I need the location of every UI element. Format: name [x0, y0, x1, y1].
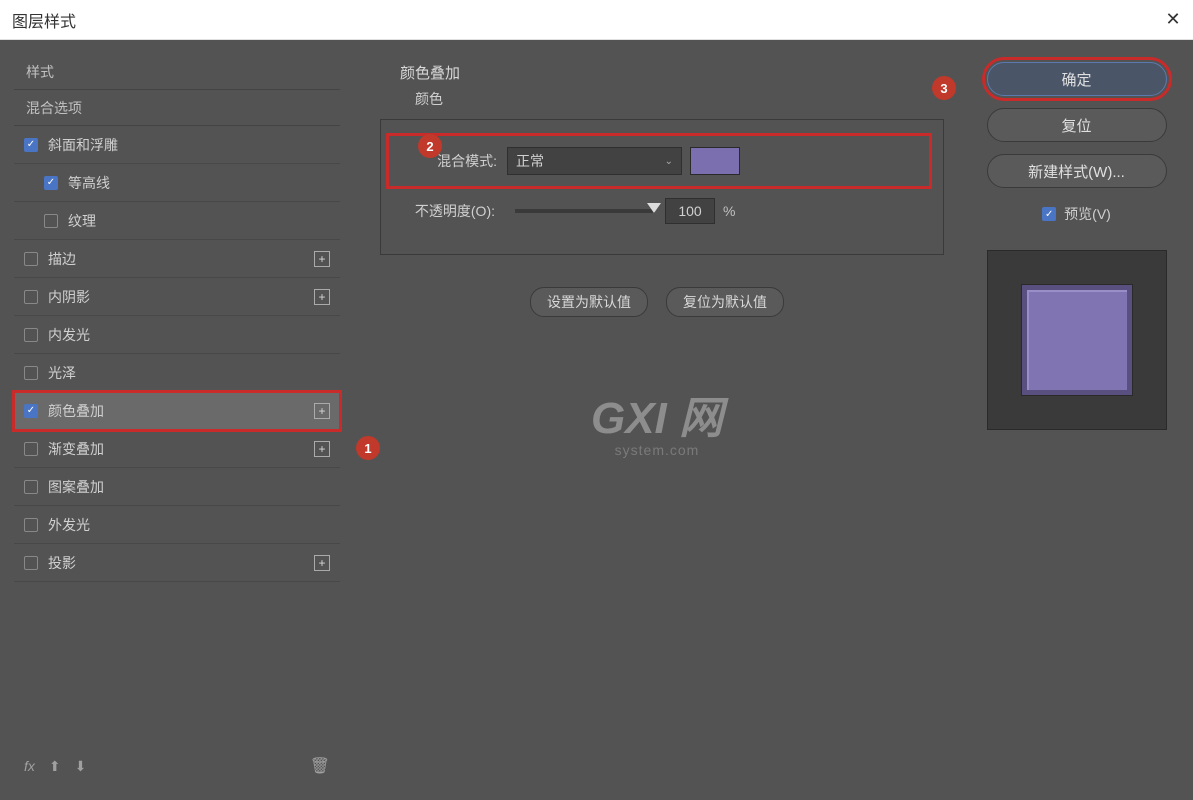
styles-list: 样式 混合选项 ✓ 斜面和浮雕 ✓ 等高线 纹理 描边 +	[14, 54, 340, 746]
section-subtitle: 颜色	[415, 89, 944, 109]
style-label: 图案叠加	[48, 477, 104, 497]
watermark-big: GXI 网	[591, 382, 723, 446]
annotation-marker-1: 1	[356, 436, 380, 460]
style-label: 等高线	[68, 173, 110, 193]
style-satin[interactable]: 光泽	[14, 354, 340, 392]
close-icon: ✕	[1165, 9, 1180, 30]
add-icon[interactable]: +	[314, 289, 330, 305]
blend-mode-label: 混合模式:	[397, 151, 497, 171]
checkbox-satin[interactable]	[24, 366, 38, 380]
style-gradient-overlay[interactable]: 渐变叠加 +	[14, 430, 340, 468]
annotation-marker-3: 3	[932, 76, 956, 100]
style-label: 渐变叠加	[48, 439, 104, 459]
style-label: 颜色叠加	[48, 401, 104, 421]
style-bevel-emboss[interactable]: ✓ 斜面和浮雕	[14, 126, 340, 164]
checkbox-inner-shadow[interactable]	[24, 290, 38, 304]
blend-options-label: 混合选项	[26, 98, 82, 118]
preview-label: 预览(V)	[1064, 204, 1111, 224]
blend-mode-row: 混合模式: 正常 ⌄	[389, 136, 929, 186]
style-label: 内发光	[48, 325, 90, 345]
style-outer-glow[interactable]: 外发光	[14, 506, 340, 544]
add-icon[interactable]: +	[314, 403, 330, 419]
checkbox-contour[interactable]: ✓	[44, 176, 58, 190]
sidebar-footer: fx ⬆ ⬇ 🗑	[14, 746, 340, 786]
chevron-down-icon: ⌄	[665, 156, 673, 167]
style-label: 描边	[48, 249, 76, 269]
ok-button[interactable]: 确定	[987, 62, 1167, 96]
down-arrow-icon[interactable]: ⬇	[75, 758, 87, 775]
style-color-overlay[interactable]: ✓ 颜色叠加 +	[14, 392, 340, 430]
set-default-button[interactable]: 设置为默认值	[530, 287, 648, 317]
default-buttons: 设置为默认值 复位为默认值	[370, 287, 944, 317]
blend-mode-value: 正常	[516, 151, 544, 171]
opacity-unit: %	[723, 203, 735, 219]
checkbox-texture[interactable]	[44, 214, 58, 228]
opacity-row: 不透明度(O): 100 %	[395, 194, 929, 228]
trash-icon[interactable]: 🗑	[310, 756, 330, 776]
new-style-button[interactable]: 新建样式(W)...	[987, 154, 1167, 188]
window-title: 图层样式	[12, 8, 76, 32]
style-drop-shadow[interactable]: 投影 +	[14, 544, 340, 582]
checkbox-inner-glow[interactable]	[24, 328, 38, 342]
close-button[interactable]: ✕	[1153, 0, 1193, 40]
add-icon[interactable]: +	[314, 251, 330, 267]
add-icon[interactable]: +	[314, 441, 330, 457]
style-label: 外发光	[48, 515, 90, 535]
preview-toggle[interactable]: ✓ 预览(V)	[1042, 204, 1111, 224]
style-label: 内阴影	[48, 287, 90, 307]
style-pattern-overlay[interactable]: 图案叠加	[14, 468, 340, 506]
preview-swatch	[1022, 285, 1132, 395]
options-panel: 颜色叠加 颜色 混合模式: 正常 ⌄ 不透明度(O): 100 %	[350, 54, 964, 786]
opacity-value[interactable]: 100	[665, 198, 715, 224]
action-panel: 确定 复位 新建样式(W)... ✓ 预览(V)	[974, 54, 1179, 786]
checkbox-gradient-overlay[interactable]	[24, 442, 38, 456]
checkbox-preview[interactable]: ✓	[1042, 207, 1056, 221]
reset-default-button[interactable]: 复位为默认值	[666, 287, 784, 317]
checkbox-drop-shadow[interactable]	[24, 556, 38, 570]
styles-header-label: 样式	[26, 62, 54, 82]
blend-mode-dropdown[interactable]: 正常 ⌄	[507, 147, 682, 175]
annotation-marker-2: 2	[418, 134, 442, 158]
checkbox-stroke[interactable]	[24, 252, 38, 266]
options-box: 混合模式: 正常 ⌄ 不透明度(O): 100 %	[380, 119, 944, 255]
watermark: GXI 网 system.com	[591, 382, 723, 458]
blend-options-header[interactable]: 混合选项	[14, 90, 340, 126]
style-texture[interactable]: 纹理	[14, 202, 340, 240]
style-stroke[interactable]: 描边 +	[14, 240, 340, 278]
section-title: 颜色叠加	[400, 62, 944, 83]
up-arrow-icon[interactable]: ⬆	[49, 758, 61, 775]
style-inner-shadow[interactable]: 内阴影 +	[14, 278, 340, 316]
watermark-small: system.com	[591, 442, 723, 458]
checkbox-color-overlay[interactable]: ✓	[24, 404, 38, 418]
style-label: 斜面和浮雕	[48, 135, 118, 155]
opacity-slider[interactable]	[515, 209, 655, 213]
add-icon[interactable]: +	[314, 555, 330, 571]
fx-icon[interactable]: fx	[24, 758, 35, 774]
style-label: 光泽	[48, 363, 76, 383]
style-inner-glow[interactable]: 内发光	[14, 316, 340, 354]
color-swatch[interactable]	[690, 147, 740, 175]
cancel-button[interactable]: 复位	[987, 108, 1167, 142]
style-label: 投影	[48, 553, 76, 573]
titlebar: 图层样式 ✕	[0, 0, 1193, 40]
styles-header[interactable]: 样式	[14, 54, 340, 90]
styles-sidebar: 样式 混合选项 ✓ 斜面和浮雕 ✓ 等高线 纹理 描边 +	[14, 54, 340, 786]
checkbox-pattern-overlay[interactable]	[24, 480, 38, 494]
slider-thumb[interactable]	[647, 203, 661, 213]
checkbox-bevel[interactable]: ✓	[24, 138, 38, 152]
preview-box	[987, 250, 1167, 430]
dialog-body: 样式 混合选项 ✓ 斜面和浮雕 ✓ 等高线 纹理 描边 +	[0, 40, 1193, 800]
opacity-label: 不透明度(O):	[395, 201, 495, 221]
checkbox-outer-glow[interactable]	[24, 518, 38, 532]
style-label: 纹理	[68, 211, 96, 231]
style-contour[interactable]: ✓ 等高线	[14, 164, 340, 202]
